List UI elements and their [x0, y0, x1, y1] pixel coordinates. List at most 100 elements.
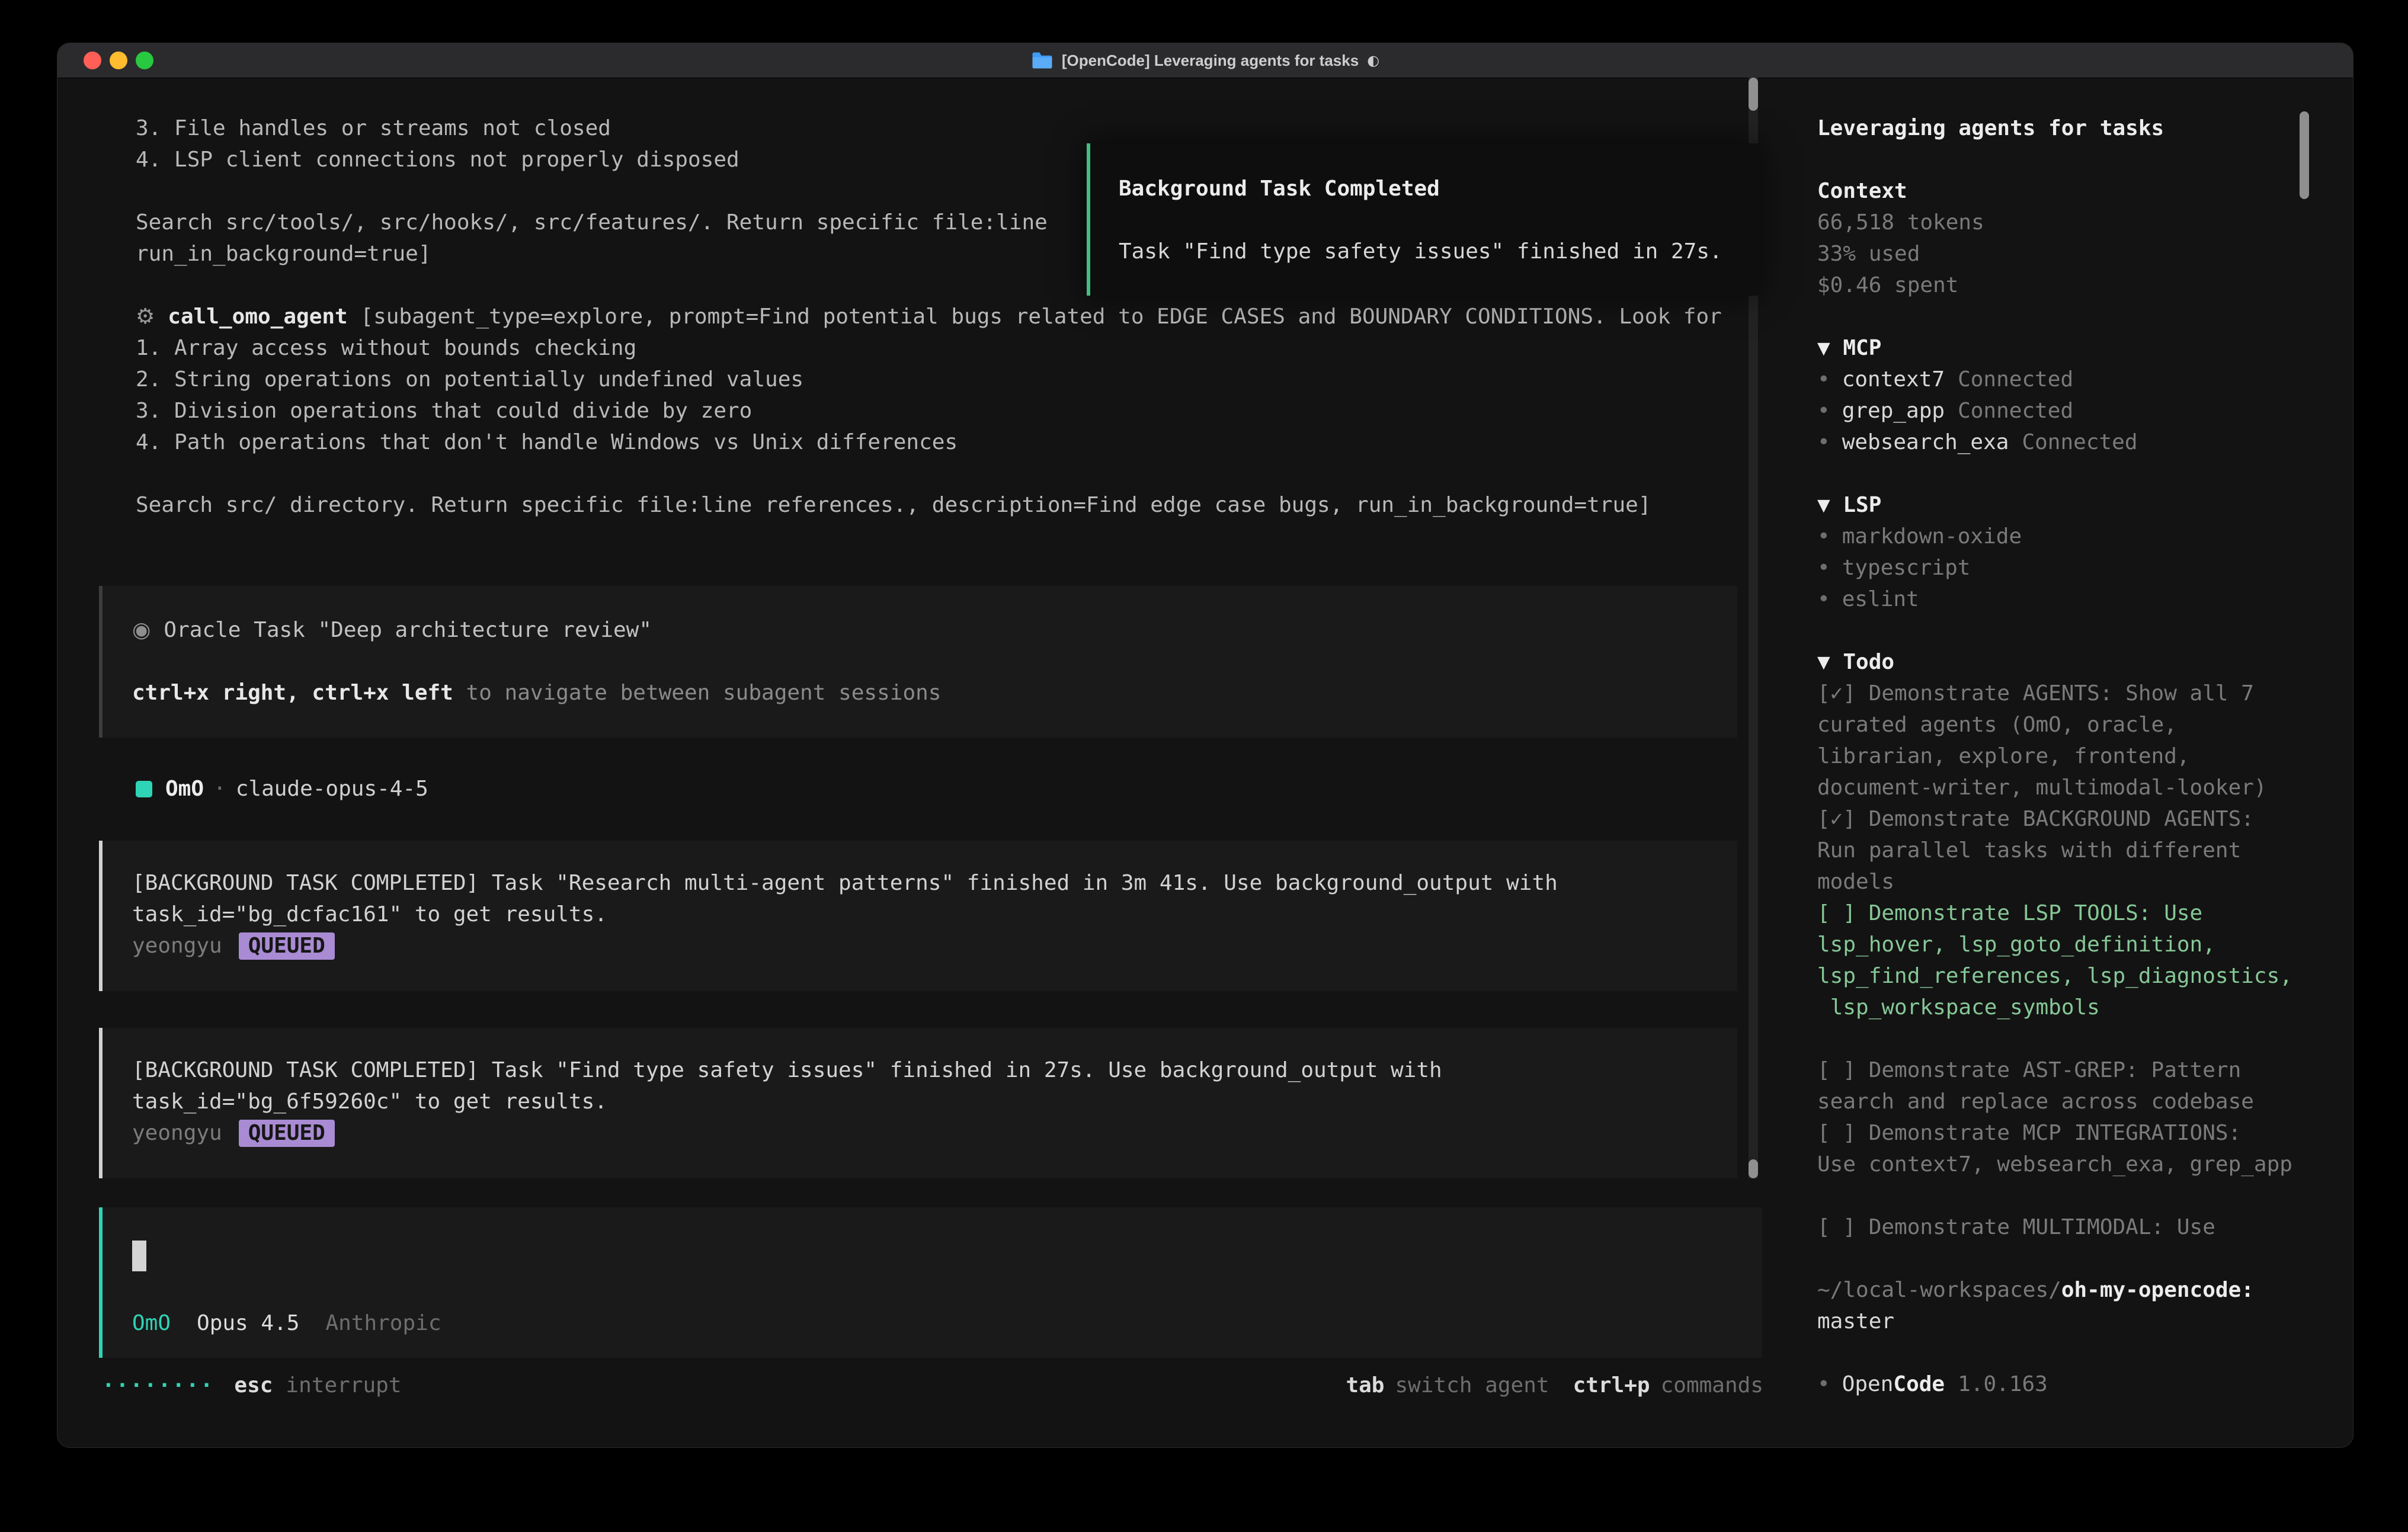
context-header: Context — [1817, 175, 2353, 207]
lsp-item: • eslint — [1817, 584, 2353, 615]
version-number: 1.0.163 — [1958, 1372, 2048, 1396]
bullet-icon: • — [1817, 430, 1830, 454]
terminal-window: [OpenCode] Leveraging agents for tasks ◐… — [57, 43, 2353, 1448]
oracle-title-line: ◉Oracle Task "Deep architecture review" — [132, 614, 1737, 646]
bullet-icon: • — [1817, 524, 1830, 549]
status-right: tab switch agent ctrl+p commands — [1346, 1370, 1763, 1401]
context-spent: $0.46 spent — [1817, 270, 2353, 301]
mcp-name: websearch_exa — [1842, 430, 2009, 454]
mcp-name: grep_app — [1842, 399, 1945, 423]
prompt-input[interactable]: OmO Opus 4.5 Anthropic — [99, 1207, 1762, 1358]
todo-item-done: [✓] Demonstrate BACKGROUND AGENTS: Run p… — [1817, 803, 2353, 898]
branch-name: master — [1817, 1306, 2353, 1337]
mcp-status: Connected — [1958, 399, 2073, 423]
queued-badge: QUEUED — [239, 932, 335, 960]
repo-name: oh-my-opencode: — [2061, 1278, 2254, 1302]
todo-item-pending: [ ] Demonstrate MULTIMODAL: Use — [1817, 1212, 2353, 1243]
ctrlp-key: ctrl+p — [1573, 1370, 1650, 1401]
bullet-icon: • — [1817, 556, 1830, 580]
mcp-status: Connected — [2022, 430, 2137, 454]
agent-model-name: claude-opus-4-5 — [236, 773, 428, 805]
tool-args: [subagent_type=explore, prompt=Find pote… — [136, 305, 1722, 517]
status-bar: ········ esc interrupt tab switch agent … — [57, 1370, 1763, 1401]
message-card: [BACKGROUND TASK COMPLETED] Task "Resear… — [99, 841, 1737, 991]
session-title: Leveraging agents for tasks — [1817, 113, 2353, 144]
oracle-task-panel: ◉Oracle Task "Deep architecture review" … — [99, 586, 1737, 738]
todo-item-pending: [ ] Demonstrate MCP INTEGRATIONS: Use co… — [1817, 1117, 2353, 1180]
message-meta: yeongyu QUEUED — [132, 1117, 1737, 1149]
message-line-1: [BACKGROUND TASK COMPLETED] Task "Resear… — [132, 867, 1737, 899]
window-title-group: [OpenCode] Leveraging agents for tasks ◐ — [1031, 52, 1379, 70]
opencode-name-bold: Code — [1893, 1372, 1945, 1396]
sidebar-scrollbar-thumb[interactable] — [2300, 111, 2309, 199]
opencode-name-regular: Open — [1842, 1372, 1894, 1396]
mcp-item: • grep_app Connected — [1817, 395, 2353, 427]
traffic-lights — [84, 52, 153, 69]
workspace-path: ~/local-workspaces/oh-my-opencode: — [1817, 1274, 2353, 1306]
commands-label: commands — [1661, 1370, 1763, 1401]
folder-icon — [1031, 52, 1054, 69]
notification-title: Background Task Completed — [1119, 173, 1759, 204]
bullet-icon: • — [1817, 587, 1830, 611]
context-used: 33% used — [1817, 238, 2353, 270]
keybind-keys: ctrl+x right, ctrl+x left — [132, 681, 453, 705]
input-model-name: Opus 4.5 — [197, 1307, 299, 1339]
keybind-hint: ctrl+x right, ctrl+x left to navigate be… — [132, 677, 1737, 709]
scrollbar-thumb[interactable] — [1749, 1159, 1758, 1178]
todo-item-active: [ ] Demonstrate LSP TOOLS: Use lsp_hover… — [1817, 898, 2353, 1023]
lsp-item: • typescript — [1817, 552, 2353, 584]
dot-separator: · — [213, 773, 226, 805]
path-prefix: ~/local-workspaces/ — [1817, 1278, 2061, 1302]
message-line-1: [BACKGROUND TASK COMPLETED] Task "Find t… — [132, 1055, 1737, 1086]
todo-item-pending: [ ] Demonstrate AST-GREP: Pattern search… — [1817, 1055, 2353, 1117]
mcp-header: ▼ MCP — [1817, 332, 2353, 364]
gear-icon: ⚙ — [136, 305, 155, 329]
scrollbar-thumb[interactable] — [1749, 78, 1758, 111]
esc-key: esc — [234, 1370, 273, 1401]
mcp-name: context7 — [1842, 367, 1945, 392]
version-line: • OpenCode 1.0.163 — [1817, 1368, 2353, 1400]
oracle-task-title: Oracle Task "Deep architecture review" — [164, 618, 652, 642]
tool-call: ⚙ call_omo_agent [subagent_type=explore, … — [136, 301, 1759, 521]
input-agent-name: OmO — [132, 1307, 171, 1339]
agent-square-icon — [136, 781, 152, 797]
input-model-row: OmO Opus 4.5 Anthropic — [132, 1307, 441, 1339]
message-card: [BACKGROUND TASK COMPLETED] Task "Find t… — [99, 1028, 1737, 1178]
keybind-label: to navigate between subagent sessions — [453, 681, 942, 705]
input-provider-name: Anthropic — [325, 1307, 441, 1339]
mcp-item: • context7 Connected — [1817, 364, 2353, 395]
todo-item-done: [✓] Demonstrate AGENTS: Show all 7 curat… — [1817, 678, 2353, 803]
message-line-2: task_id="bg_6f59260c" to get results. — [132, 1086, 1737, 1117]
bullet-icon: • — [1817, 367, 1830, 392]
background-task-notification: Background Task Completed Task "Find typ… — [1087, 143, 1759, 296]
lsp-name: markdown-oxide — [1842, 524, 2022, 549]
spinner-dots-icon: ········ — [102, 1370, 214, 1401]
user-name: yeongyu — [132, 1121, 222, 1145]
maximize-button[interactable] — [136, 52, 153, 69]
minimize-button[interactable] — [110, 52, 127, 69]
message-line-2: task_id="bg_dcfac161" to get results. — [132, 899, 1737, 930]
bullet-icon: • — [1817, 399, 1830, 423]
queued-badge: QUEUED — [239, 1120, 335, 1147]
tool-name: call_omo_agent — [168, 305, 347, 329]
titlebar[interactable]: [OpenCode] Leveraging agents for tasks ◐ — [57, 43, 2353, 78]
lsp-header: ▼ LSP — [1817, 489, 2353, 521]
interrupt-label: interrupt — [286, 1370, 401, 1401]
bullet-icon: • — [1817, 1372, 1830, 1396]
lsp-name: eslint — [1842, 587, 1919, 611]
context-tokens: 66,518 tokens — [1817, 207, 2353, 238]
todo-header: ▼ Todo — [1817, 646, 2353, 678]
user-name: yeongyu — [132, 934, 222, 958]
window-title: [OpenCode] Leveraging agents for tasks — [1062, 52, 1359, 70]
lsp-name: typescript — [1842, 556, 1971, 580]
notification-body: Task "Find type safety issues" finished … — [1119, 236, 1759, 267]
agent-header: OmO · claude-opus-4-5 — [136, 773, 428, 805]
mcp-item: • websearch_exa Connected — [1817, 427, 2353, 458]
mcp-status: Connected — [1958, 367, 2073, 392]
tab-key: tab — [1346, 1370, 1384, 1401]
switch-agent-label: switch agent — [1395, 1370, 1549, 1401]
message-meta: yeongyu QUEUED — [132, 930, 1737, 961]
lsp-item: • markdown-oxide — [1817, 521, 2353, 552]
close-button[interactable] — [84, 52, 101, 69]
sidebar: Leveraging agents for tasks Context 66,5… — [1791, 78, 2353, 1447]
